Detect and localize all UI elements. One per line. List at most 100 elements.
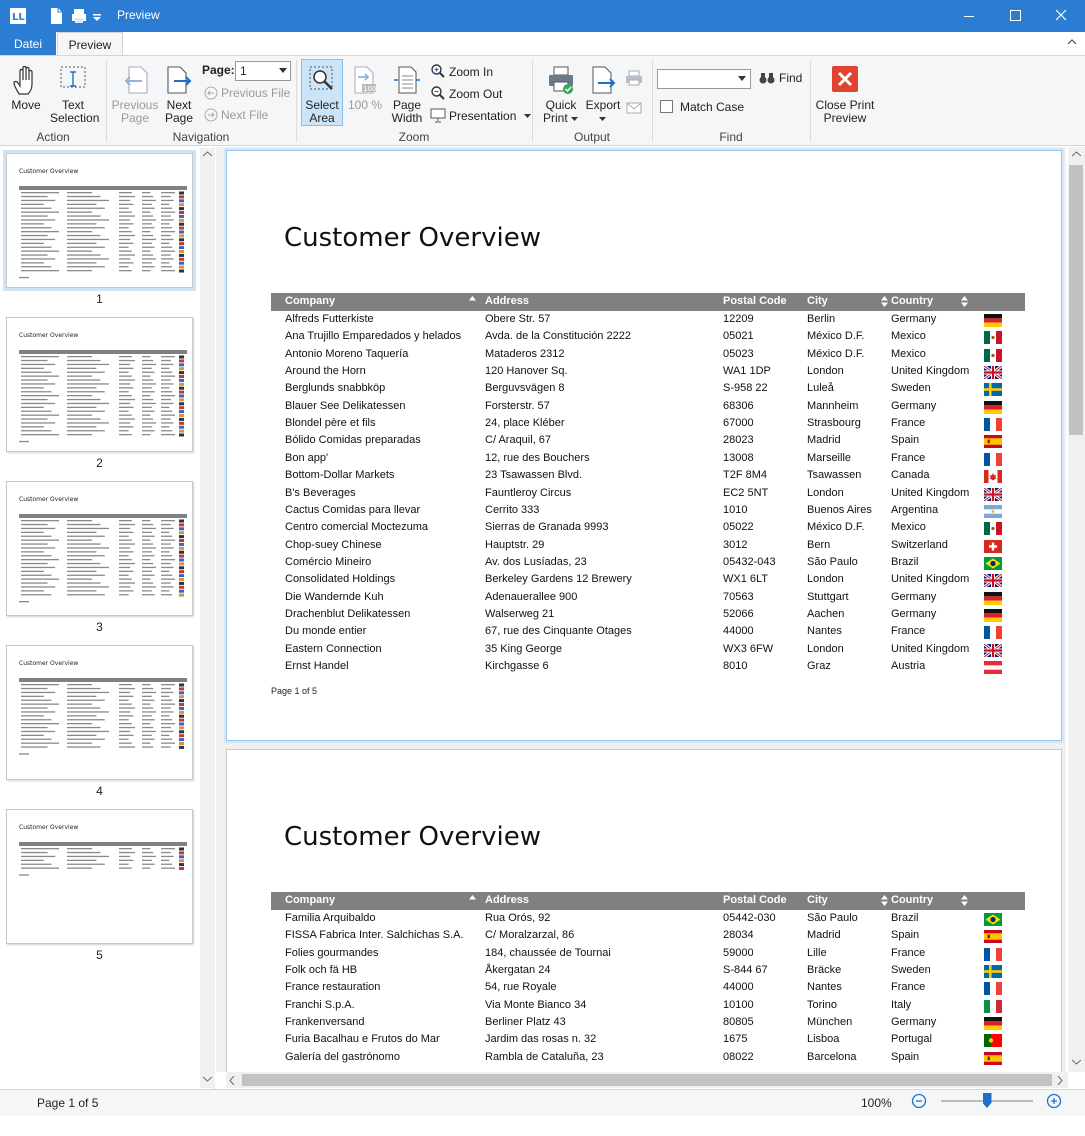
cell-company: Folk och fä HB <box>285 964 358 977</box>
customize-toolbar-icon[interactable] <box>92 7 102 25</box>
previous-page-button[interactable]: Previous Page <box>111 64 159 125</box>
flag-es-icon <box>984 435 1002 449</box>
page-thumbnail-4[interactable]: Customer Overview <box>6 645 193 780</box>
text-selection-label: Text Selection <box>50 98 100 125</box>
previous-file-button[interactable]: Previous File <box>204 85 290 101</box>
find-label: Find <box>779 71 803 85</box>
scroll-down-icon[interactable] <box>1072 1059 1081 1065</box>
vertical-scrollbar[interactable] <box>1068 147 1085 1072</box>
minimize-icon[interactable] <box>946 0 992 32</box>
page-thumbnail-5[interactable]: Customer Overview <box>6 809 193 944</box>
cell-company: Blondel père et fils <box>285 417 376 430</box>
cell-postal-code: 05442-030 <box>723 912 776 924</box>
sort-icon[interactable] <box>961 895 968 909</box>
cell-address: 12, rue des Bouchers <box>485 451 590 464</box>
zoom-out-circle-icon[interactable] <box>911 1093 927 1109</box>
cell-postal-code: S-844 67 <box>723 964 768 977</box>
page-width-button[interactable]: Page Width <box>388 64 426 125</box>
flag-br-icon <box>984 556 1002 570</box>
cell-city: Bräcke <box>807 964 842 977</box>
group-label-output: Output <box>573 130 611 144</box>
scroll-down-icon[interactable] <box>203 1076 212 1082</box>
column-header-address[interactable]: Address <box>485 894 529 906</box>
group-label-action: Action <box>36 130 70 144</box>
cell-postal-code: 28034 <box>723 929 754 942</box>
text-selection-icon <box>60 66 86 88</box>
column-header-city[interactable]: City <box>807 894 828 906</box>
quick-print-button[interactable]: Quick Print <box>538 64 584 125</box>
scroll-up-icon[interactable] <box>1072 151 1081 157</box>
next-page-button[interactable]: Next Page <box>161 64 197 125</box>
cell-city: Mannheim <box>807 399 859 412</box>
scroll-left-icon[interactable] <box>229 1076 235 1085</box>
next-file-button[interactable]: Next File <box>204 107 268 123</box>
vertical-scroll-thumb[interactable] <box>1069 165 1083 435</box>
table-row: France restauration 54, rue Royale 44000 Na… <box>271 980 1025 997</box>
zoom-in-circle-icon[interactable] <box>1046 1093 1062 1109</box>
cell-postal-code: WA1 1DP <box>723 365 771 378</box>
presentation-button[interactable]: Presentation <box>430 107 535 124</box>
zoom-in-button[interactable]: Zoom In <box>430 63 493 80</box>
column-header-city[interactable]: City <box>807 295 828 307</box>
select-area-button[interactable]: Select Area <box>301 59 343 126</box>
horizontal-scrollbar[interactable] <box>226 1072 1068 1088</box>
send-icon[interactable] <box>625 100 643 119</box>
find-input[interactable] <box>657 69 751 89</box>
column-header-country[interactable]: Country <box>891 295 933 307</box>
close-window-icon[interactable] <box>1038 0 1084 32</box>
preview-area: Customer Overview Company Address Postal Co… <box>216 147 1066 1072</box>
text-selection-button[interactable]: Text Selection <box>50 64 100 125</box>
maximize-icon[interactable] <box>992 0 1038 32</box>
cell-city: São Paulo <box>807 555 858 568</box>
page-thumbnail-1[interactable]: Customer Overview <box>3 150 196 291</box>
column-header-country[interactable]: Country <box>891 894 933 906</box>
match-case-checkbox[interactable]: Match Case <box>660 99 744 115</box>
sort-icon[interactable] <box>469 895 476 909</box>
cell-postal-code: 13008 <box>723 451 754 464</box>
zoom-slider-thumb[interactable] <box>982 1093 992 1108</box>
table-row: Around the Horn 120 Hanover Sq. WA1 1DP Lon… <box>271 364 1025 381</box>
export-button[interactable]: Export <box>585 64 621 125</box>
column-header-postal-code[interactable]: Postal Code <box>723 295 787 307</box>
print-icon[interactable] <box>625 70 643 89</box>
cell-company: Die Wandernde Kuh <box>285 590 384 603</box>
move-button[interactable]: Move <box>6 64 46 112</box>
column-header-company[interactable]: Company <box>285 295 335 307</box>
cell-city: Strasbourg <box>807 417 861 430</box>
quick-print-icon[interactable] <box>71 7 87 25</box>
page-thumbnail-2[interactable]: Customer Overview <box>6 317 193 452</box>
cell-city: Nantes <box>807 625 842 638</box>
close-print-preview-button[interactable]: Close Print Preview <box>815 64 875 125</box>
zoom-100-button[interactable]: 100 100 % <box>346 64 384 112</box>
cell-city: London <box>807 642 844 655</box>
scroll-right-icon[interactable] <box>1057 1076 1063 1085</box>
horizontal-scroll-thumb[interactable] <box>242 1074 1052 1086</box>
new-document-icon[interactable] <box>49 7 65 25</box>
printer-icon <box>549 66 573 94</box>
sort-icon[interactable] <box>961 296 968 310</box>
cell-postal-code: 1010 <box>723 503 748 516</box>
scroll-up-icon[interactable] <box>203 151 212 157</box>
cell-city: Marseille <box>807 451 852 464</box>
page-number-select[interactable]: 1 <box>235 61 291 81</box>
zoom-slider-track[interactable] <box>941 1093 1033 1108</box>
hand-icon <box>13 65 33 95</box>
tab-datei[interactable]: Datei <box>0 32 56 56</box>
cell-postal-code: 70563 <box>723 590 754 603</box>
sort-icon[interactable] <box>469 296 476 310</box>
sort-icon[interactable] <box>881 895 888 909</box>
cell-country: Germany <box>891 607 937 620</box>
page-thumbnail-3[interactable]: Customer Overview <box>6 481 193 616</box>
column-header-address[interactable]: Address <box>485 295 529 307</box>
collapse-ribbon-icon[interactable] <box>1066 36 1078 51</box>
cell-country: Brazil <box>891 912 919 924</box>
find-button[interactable]: Find <box>758 70 802 86</box>
tab-preview[interactable]: Preview <box>57 32 123 57</box>
thumbnail-scrollbar[interactable] <box>200 148 215 1088</box>
column-header-company[interactable]: Company <box>285 894 335 906</box>
cell-address: Rua Orós, 92 <box>485 912 551 924</box>
zoom-out-button[interactable]: Zoom Out <box>430 85 502 102</box>
sort-icon[interactable] <box>881 296 888 310</box>
report-page-1: Customer Overview Company Address Postal Co… <box>224 148 1064 743</box>
column-header-postal-code[interactable]: Postal Code <box>723 894 787 906</box>
